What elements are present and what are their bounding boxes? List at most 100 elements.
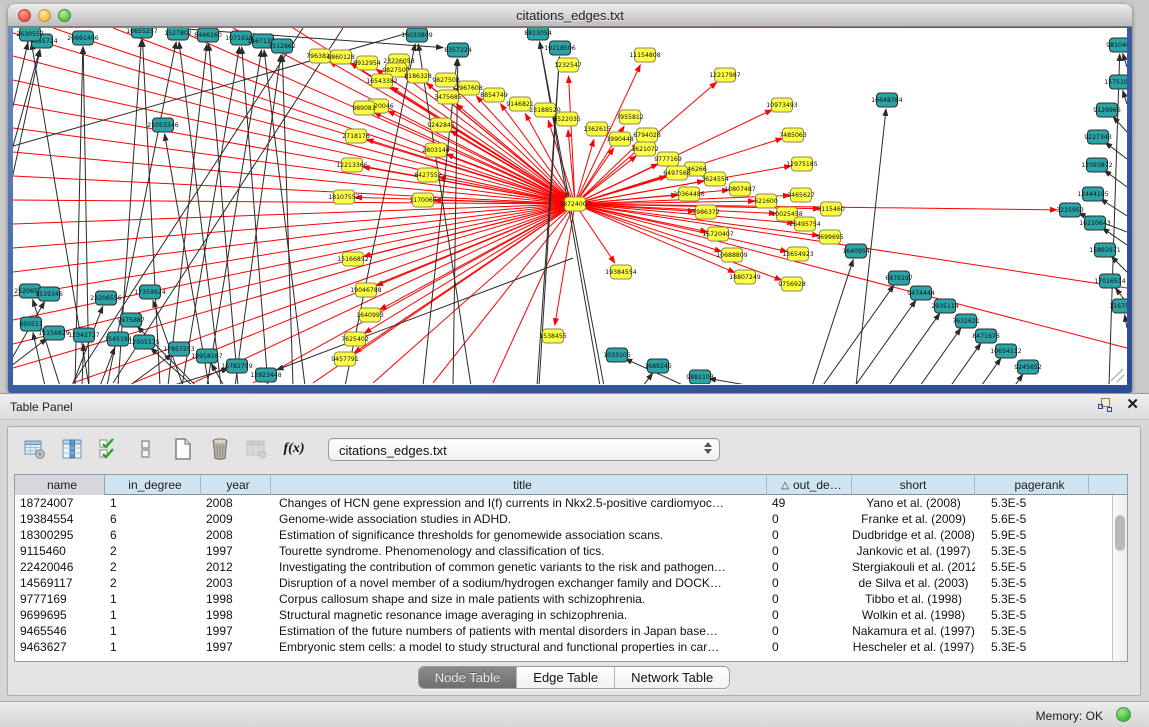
graph-node[interactable]: 15892971 bbox=[1089, 243, 1121, 257]
graph-edge[interactable] bbox=[33, 300, 60, 384]
graph-edge[interactable] bbox=[493, 204, 575, 383]
table-row[interactable]: 1830029562008Estimation of significance … bbox=[15, 527, 1127, 543]
graph-edge[interactable] bbox=[13, 338, 47, 384]
graph-node[interactable]: 6522035 bbox=[553, 112, 581, 126]
graph-edge[interactable] bbox=[13, 204, 575, 368]
graph-edge[interactable] bbox=[282, 55, 293, 384]
column-header-short[interactable]: short bbox=[852, 475, 975, 495]
graph-node[interactable]: 9777169 bbox=[654, 152, 682, 166]
graph-node[interactable]: 8427552 bbox=[414, 168, 442, 182]
table-row[interactable]: 969969511998Structural magnetic resonanc… bbox=[15, 607, 1127, 623]
graph-edge[interactable] bbox=[1123, 54, 1127, 67]
graph-node[interactable]: 9810463 bbox=[1106, 38, 1127, 52]
graph-edge[interactable] bbox=[33, 333, 45, 384]
import-table-icon[interactable] bbox=[244, 436, 270, 462]
graph-node[interactable]: 1033105 bbox=[603, 348, 631, 362]
rows-icon[interactable] bbox=[133, 436, 159, 462]
table-mode-icon[interactable] bbox=[22, 436, 48, 462]
graph-edge[interactable] bbox=[1101, 199, 1127, 216]
graph-edge[interactable] bbox=[1111, 369, 1123, 381]
graph-edge[interactable] bbox=[446, 154, 575, 204]
graph-node[interactable]: 1621072 bbox=[631, 142, 659, 156]
graph-node[interactable]: 10688809 bbox=[716, 248, 748, 262]
graph-node[interactable]: 2803144 bbox=[422, 143, 450, 157]
graph-node[interactable]: 2718176 bbox=[342, 129, 370, 143]
graph-node[interactable]: 7485063 bbox=[779, 128, 807, 142]
graph-node[interactable]: 3475685 bbox=[434, 90, 462, 104]
graph-node[interactable]: 9465627 bbox=[787, 188, 815, 202]
graph-edge[interactable] bbox=[1111, 256, 1127, 272]
tab-network-table[interactable]: Network Table bbox=[615, 667, 729, 688]
tab-node-table[interactable]: Node Table bbox=[419, 667, 518, 688]
graph-node[interactable]: 9975887 bbox=[117, 313, 145, 327]
graph-edge[interactable] bbox=[860, 313, 940, 384]
column-header-title[interactable]: title bbox=[271, 475, 767, 495]
graph-node[interactable]: 11154808 bbox=[629, 48, 661, 62]
graph-node[interactable]: 2630557 bbox=[16, 28, 44, 41]
graph-node[interactable]: 21053346 bbox=[147, 118, 179, 132]
graph-node[interactable]: 7512862 bbox=[268, 39, 296, 53]
graph-node[interactable]: 20691406 bbox=[67, 31, 99, 45]
graph-node[interactable]: 850511 bbox=[19, 317, 43, 331]
graph-node[interactable]: 9457791 bbox=[331, 352, 359, 366]
graph-node[interactable]: 2935114 bbox=[931, 299, 959, 313]
graph-node[interactable]: 1170065 bbox=[409, 193, 437, 207]
graph-edge[interactable] bbox=[173, 28, 575, 204]
graph-node[interactable]: 12217987 bbox=[709, 68, 741, 82]
graph-node[interactable]: 9129966 bbox=[1093, 103, 1121, 117]
graph-edge[interactable] bbox=[575, 204, 1127, 348]
graph-edge[interactable] bbox=[100, 347, 115, 384]
column-header-name[interactable]: name bbox=[15, 475, 105, 495]
column-header-in_degree[interactable]: in_degree bbox=[105, 475, 201, 495]
graph-node[interactable]: 9115460 bbox=[817, 202, 845, 216]
graph-node[interactable]: 12342737 bbox=[68, 328, 100, 342]
table-source-dropdown[interactable]: citations_edges.txt bbox=[328, 438, 720, 461]
graph-node[interactable]: 1640954 bbox=[842, 244, 870, 258]
graph-node[interactable]: 6497568 bbox=[663, 166, 691, 180]
graph-node[interactable]: 9227343 bbox=[1084, 130, 1112, 144]
graph-node[interactable]: 9699695 bbox=[816, 230, 844, 244]
graph-node[interactable]: 9881103 bbox=[686, 370, 714, 384]
graph-node[interactable]: 12093872 bbox=[1081, 158, 1113, 172]
scrollbar-thumb[interactable] bbox=[1115, 515, 1125, 551]
table-row[interactable]: 946362711997Embryonic stem cells: a mode… bbox=[15, 639, 1127, 655]
column-header-pagerank[interactable]: pagerank bbox=[975, 475, 1089, 495]
float-panel-icon[interactable] bbox=[1098, 398, 1112, 412]
table-vertical-scrollbar[interactable] bbox=[1112, 495, 1127, 661]
graph-node[interactable]: 6794028 bbox=[633, 128, 661, 142]
graph-node[interactable]: 17359924 bbox=[134, 285, 166, 299]
network-canvas[interactable]: 2405572420691406263055710655257152780284… bbox=[13, 28, 1127, 384]
column-header-year[interactable]: year bbox=[201, 475, 271, 495]
graph-node[interactable]: 7625402 bbox=[341, 332, 369, 346]
graph-node[interactable]: 7955812 bbox=[616, 110, 644, 124]
graph-node[interactable]: 2967608 bbox=[455, 81, 483, 95]
show-columns-icon[interactable] bbox=[59, 436, 85, 462]
graph-edge[interactable] bbox=[1125, 315, 1127, 328]
graph-node[interactable]: 1538455 bbox=[539, 329, 567, 343]
table-row[interactable]: 2242004622012Investigating the contribut… bbox=[15, 559, 1127, 575]
graph-edge[interactable] bbox=[13, 204, 575, 248]
graph-edge[interactable] bbox=[901, 343, 981, 384]
graph-node[interactable]: 12505135 bbox=[128, 335, 160, 349]
graph-edge[interactable] bbox=[1123, 91, 1127, 104]
graph-node[interactable]: 8471676 bbox=[972, 329, 1000, 343]
graph-node[interactable]: 989081 bbox=[352, 101, 376, 115]
table-row[interactable]: 977716911998Corpus callosum shape and si… bbox=[15, 591, 1127, 607]
graph-node[interactable]: 8860128 bbox=[327, 50, 355, 64]
graph-edge[interactable] bbox=[453, 59, 458, 384]
graph-node[interactable]: 12213366 bbox=[336, 158, 368, 172]
graph-node[interactable]: 1519346 bbox=[35, 287, 63, 301]
graph-node[interactable]: 3624554 bbox=[701, 172, 729, 186]
graph-node[interactable]: 16033809 bbox=[401, 28, 433, 42]
graph-node[interactable]: 17016514 bbox=[1094, 274, 1126, 288]
graph-edge[interactable] bbox=[168, 44, 207, 384]
table-row[interactable]: 1938455462009Genome-wide association stu… bbox=[15, 511, 1127, 527]
network-view-window[interactable]: citations_edges.txt 24055724206914062630… bbox=[8, 4, 1132, 393]
delete-table-icon[interactable] bbox=[207, 436, 233, 462]
tab-edge-table[interactable]: Edge Table bbox=[517, 667, 615, 688]
graph-node[interactable]: 8854749 bbox=[480, 88, 508, 102]
graph-node[interactable]: 7632621 bbox=[952, 314, 980, 328]
graph-edge[interactable] bbox=[264, 50, 305, 384]
graph-node[interactable]: 8186328 bbox=[404, 69, 432, 83]
graph-edge[interactable] bbox=[569, 76, 575, 204]
